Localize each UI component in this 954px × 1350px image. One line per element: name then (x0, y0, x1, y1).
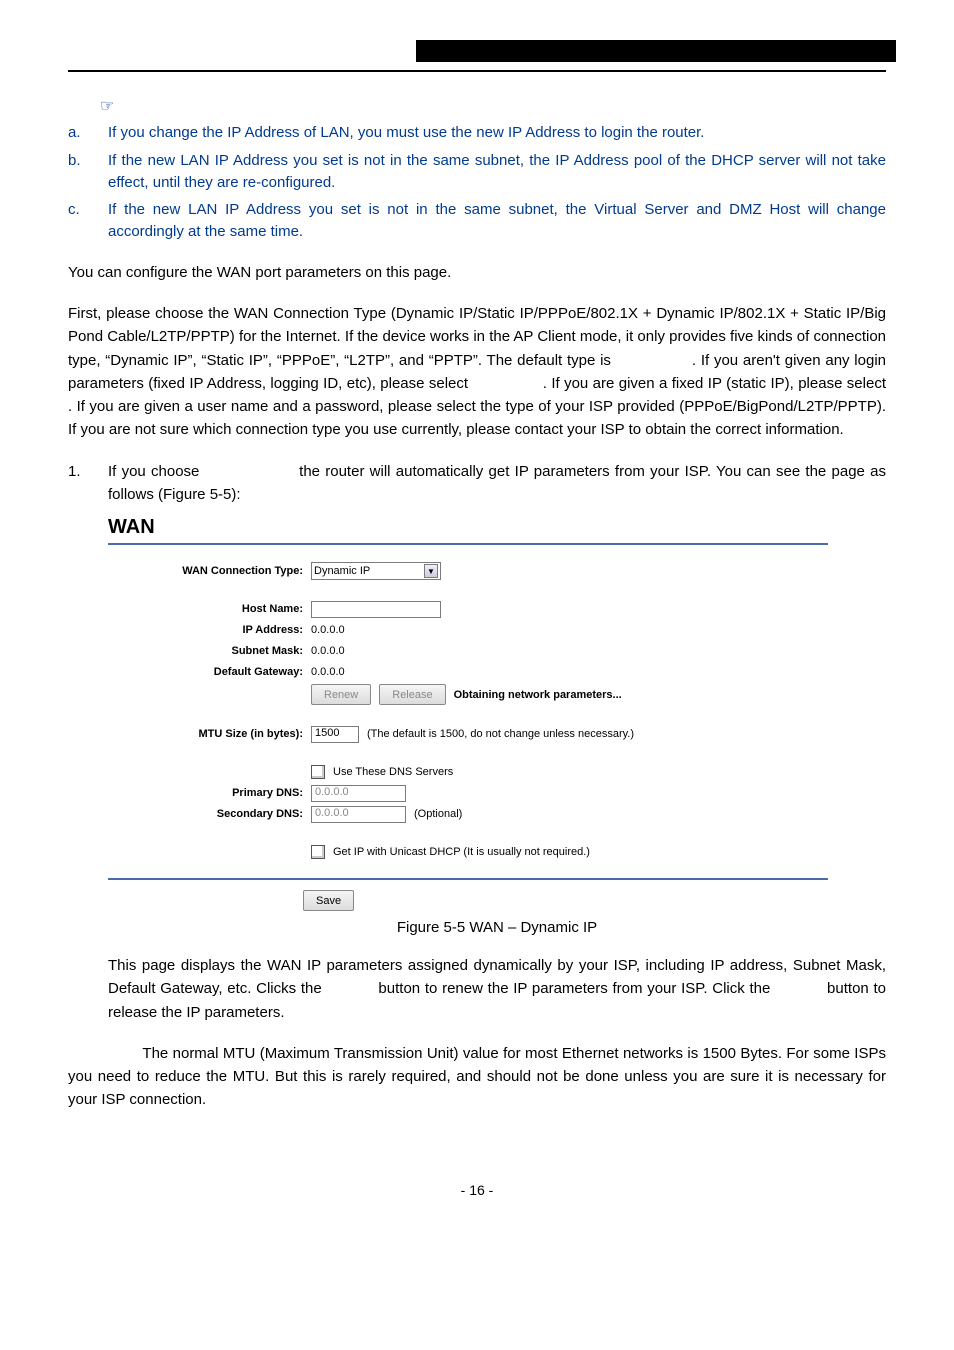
paragraph-mtu-desc: The normal MTU (Maximum Transmission Uni… (68, 1042, 886, 1112)
note-text: If the new LAN IP Address you set is not… (108, 150, 886, 194)
wan-heading: WAN (108, 516, 886, 539)
row-primary-dns: Primary DNS: 0.0.0.0 (116, 784, 820, 802)
note-text: If you change the IP Address of LAN, you… (108, 122, 886, 144)
label-mask: Subnet Mask: (116, 645, 311, 657)
label-ip: IP Address: (116, 624, 311, 636)
paragraph-conn-types: First, please choose the WAN Connection … (68, 302, 886, 442)
save-button[interactable]: Save (303, 890, 354, 911)
row-buttons: Renew Release Obtaining network paramete… (116, 684, 820, 705)
chevron-down-icon: ▼ (424, 564, 438, 578)
row-mtu: MTU Size (in bytes): 1500 (The default i… (116, 725, 820, 743)
input-primary-dns[interactable]: 0.0.0.0 (311, 785, 406, 802)
note-letter: c. (68, 199, 108, 243)
label-conn-type: WAN Connection Type: (116, 565, 311, 577)
mtu-note: (The default is 1500, do not change unle… (367, 728, 634, 740)
row-secondary-dns: Secondary DNS: 0.0.0.0 (Optional) (116, 805, 820, 823)
row-gateway: Default Gateway: 0.0.0.0 (116, 663, 820, 681)
page-number: - 16 - (68, 1182, 886, 1198)
label-primary-dns: Primary DNS: (116, 787, 311, 799)
label-hostname: Host Name: (116, 603, 311, 615)
page: ☞ a. If you change the IP Address of LAN… (0, 0, 954, 1238)
header-black-block (416, 40, 896, 62)
note-item-b: b. If the new LAN IP Address you set is … (68, 150, 886, 194)
value-gateway: 0.0.0.0 (311, 666, 345, 678)
note-item-c: c. If the new LAN IP Address you set is … (68, 199, 886, 243)
row-conn-type: WAN Connection Type: Dynamic IP ▼ (116, 562, 820, 580)
note-hand-icon: ☞ (100, 96, 886, 116)
row-mask: Subnet Mask: 0.0.0.0 (116, 642, 820, 660)
input-secondary-dns[interactable]: 0.0.0.0 (311, 806, 406, 823)
num-marker: 1. (68, 460, 108, 507)
figure-caption: Figure 5-5 WAN – Dynamic IP (108, 919, 886, 936)
select-conn-type[interactable]: Dynamic IP ▼ (311, 562, 441, 580)
value-mask: 0.0.0.0 (311, 645, 345, 657)
checkbox-unicast[interactable] (311, 845, 325, 859)
renew-button[interactable]: Renew (311, 684, 371, 705)
save-row: Save (303, 890, 954, 911)
status-text: Obtaining network parameters... (454, 689, 622, 701)
row-hostname: Host Name: (116, 600, 820, 618)
num-text: If you choose the router will automatica… (108, 460, 886, 507)
checkbox-use-dns[interactable] (311, 765, 325, 779)
input-mtu[interactable]: 1500 (311, 726, 359, 743)
note-item-a: a. If you change the IP Address of LAN, … (68, 122, 886, 144)
select-conn-value: Dynamic IP (314, 565, 370, 577)
paragraph-intro: You can configure the WAN port parameter… (68, 261, 886, 284)
label-secondary-dns: Secondary DNS: (116, 808, 311, 820)
header-rule (68, 70, 886, 72)
wan-panel: WAN Connection Type: Dynamic IP ▼ Host N… (108, 543, 828, 880)
numbered-item-1: 1. If you choose the router will automat… (68, 460, 886, 507)
row-ip: IP Address: 0.0.0.0 (116, 621, 820, 639)
note-list: a. If you change the IP Address of LAN, … (68, 122, 886, 243)
label-use-dns: Use These DNS Servers (333, 766, 453, 778)
label-gateway: Default Gateway: (116, 666, 311, 678)
input-hostname[interactable] (311, 601, 441, 618)
release-button[interactable]: Release (379, 684, 445, 705)
label-mtu: MTU Size (in bytes): (116, 728, 311, 740)
paragraph-wan-desc: This page displays the WAN IP parameters… (108, 954, 886, 1024)
note-text: If the new LAN IP Address you set is not… (108, 199, 886, 243)
value-ip: 0.0.0.0 (311, 624, 345, 636)
secondary-dns-optional: (Optional) (414, 808, 462, 820)
header-bar (68, 40, 886, 64)
figure-wan: WAN WAN Connection Type: Dynamic IP ▼ Ho… (108, 516, 886, 936)
row-unicast: Get IP with Unicast DHCP (It is usually … (116, 843, 820, 861)
label-unicast: Get IP with Unicast DHCP (It is usually … (333, 846, 590, 858)
row-use-dns: Use These DNS Servers (116, 763, 820, 781)
note-letter: a. (68, 122, 108, 144)
note-letter: b. (68, 150, 108, 194)
note-block: ☞ a. If you change the IP Address of LAN… (68, 96, 886, 243)
